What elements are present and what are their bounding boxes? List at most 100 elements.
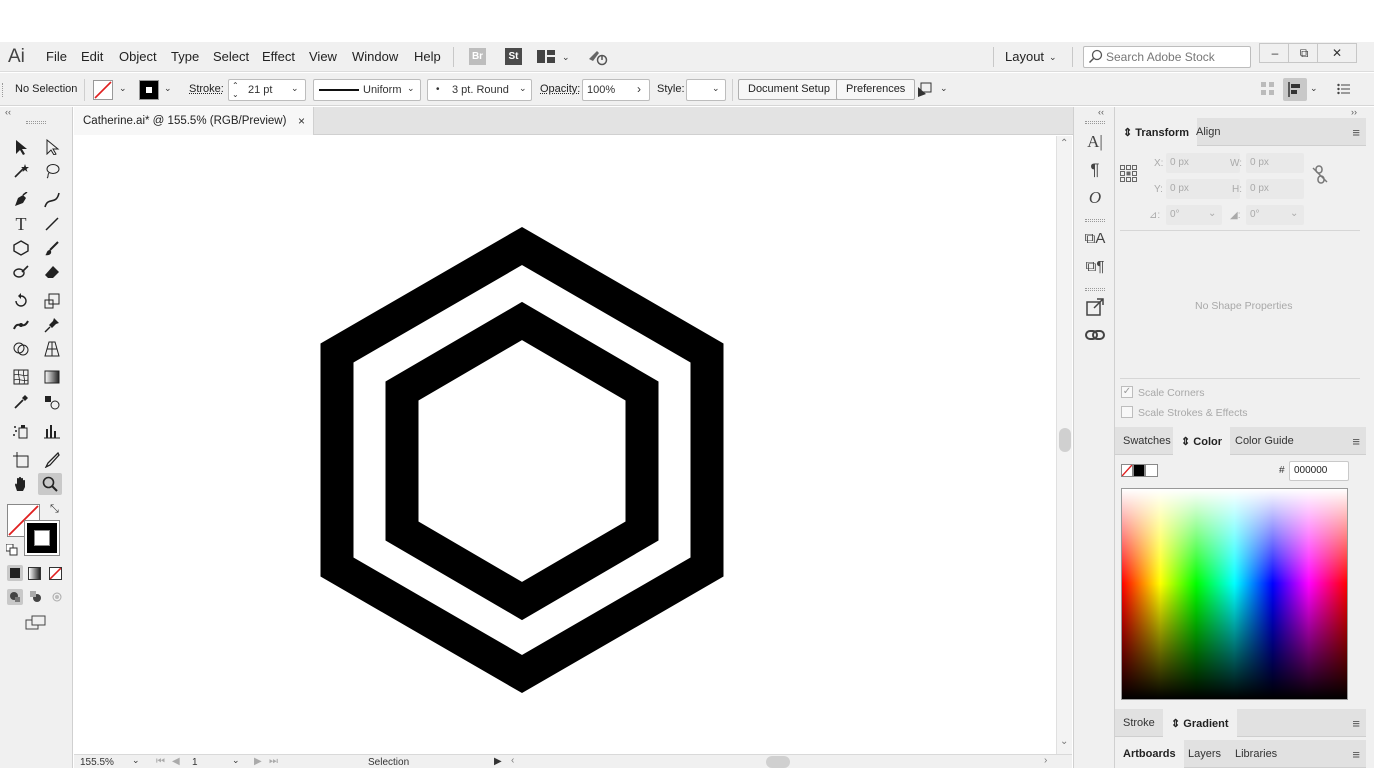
first-artboard-icon[interactable]: ⏮ bbox=[156, 756, 165, 767]
stroke-label[interactable]: Stroke: bbox=[189, 83, 224, 95]
opacity-value[interactable]: 100% bbox=[587, 84, 615, 96]
gpu-performance-icon[interactable] bbox=[587, 47, 609, 67]
chevron-down-icon[interactable]: ⌄ bbox=[1290, 208, 1298, 219]
menu-view[interactable]: View bbox=[309, 49, 337, 64]
slice-tool-icon[interactable] bbox=[40, 449, 64, 471]
chevron-down-icon[interactable]: ⌄ bbox=[1310, 83, 1318, 94]
paragraph-styles-icon[interactable]: ⧉¶ bbox=[1084, 256, 1106, 278]
chevron-down-icon[interactable]: ⌄ bbox=[119, 83, 127, 94]
align-icon[interactable] bbox=[1283, 78, 1307, 101]
chevron-right-icon[interactable]: › bbox=[637, 82, 641, 96]
type-tool-icon[interactable]: T bbox=[9, 213, 33, 235]
polygon-tool-icon[interactable] bbox=[9, 237, 33, 259]
constrain-proportions-icon[interactable] bbox=[1312, 165, 1328, 185]
stroke-weight-value[interactable]: 21 pt bbox=[248, 84, 272, 96]
horizontal-scroll-thumb[interactable] bbox=[766, 756, 790, 768]
graphic-style-picker[interactable]: ⌄ bbox=[686, 79, 726, 101]
opacity-label[interactable]: Opacity: bbox=[540, 83, 580, 95]
shaper-tool-icon[interactable] bbox=[9, 261, 33, 283]
none-mode-icon[interactable] bbox=[49, 567, 62, 580]
zoom-tool-icon[interactable] bbox=[38, 473, 62, 495]
menu-help[interactable]: Help bbox=[414, 49, 441, 64]
menu-select[interactable]: Select bbox=[213, 49, 249, 64]
chevron-down-icon[interactable]: ⌄ bbox=[132, 755, 140, 766]
gradient-tool-icon[interactable] bbox=[40, 366, 64, 388]
tab-color[interactable]: ⇕ Color bbox=[1173, 427, 1231, 455]
perspective-grid-tool-icon[interactable] bbox=[40, 338, 64, 360]
collapse-icon[interactable]: ‹‹ bbox=[1098, 107, 1104, 117]
vertical-scrollbar[interactable]: ⌃ ⌄ bbox=[1056, 136, 1072, 754]
shape-builder-tool-icon[interactable] bbox=[9, 338, 33, 360]
bridge-button[interactable]: Br bbox=[469, 48, 486, 65]
chevron-down-icon[interactable]: ⌄ bbox=[562, 52, 570, 63]
search-input[interactable] bbox=[1106, 50, 1246, 64]
menu-window[interactable]: Window bbox=[352, 49, 398, 64]
character-styles-icon[interactable]: ⧉A bbox=[1084, 228, 1106, 250]
gradient-mode-icon[interactable] bbox=[28, 567, 41, 580]
restore-button[interactable]: ⧉ bbox=[1288, 43, 1320, 63]
tab-color-guide[interactable]: Color Guide bbox=[1227, 427, 1302, 455]
chevron-down-icon[interactable]: ⌄ bbox=[519, 83, 527, 94]
stepper-icon[interactable]: ⌃ ⌄ bbox=[232, 81, 239, 99]
chevron-down-icon[interactable]: ⌄ bbox=[164, 83, 172, 94]
screen-mode-icon[interactable] bbox=[25, 615, 47, 631]
preferences-button[interactable]: Preferences bbox=[836, 79, 916, 100]
workspace-switcher[interactable]: Layout bbox=[1005, 49, 1044, 64]
stock-search-field[interactable] bbox=[1083, 46, 1251, 68]
character-icon[interactable]: A| bbox=[1084, 131, 1106, 153]
menu-object[interactable]: Object bbox=[119, 49, 157, 64]
draw-behind-icon[interactable] bbox=[28, 589, 44, 605]
panel-grip[interactable] bbox=[1085, 121, 1105, 124]
panel-menu-icon[interactable] bbox=[1337, 82, 1351, 96]
chevron-down-icon[interactable]: ⌄ bbox=[940, 83, 948, 94]
panel-menu-icon[interactable]: ≡ bbox=[1352, 747, 1360, 762]
color-mode-icon[interactable] bbox=[7, 565, 23, 581]
selection-tool-icon[interactable] bbox=[9, 136, 33, 158]
default-colors-icon[interactable] bbox=[5, 543, 18, 556]
chevron-down-icon[interactable]: ⌄ bbox=[1049, 52, 1057, 63]
minimize-button[interactable]: – bbox=[1259, 43, 1291, 63]
select-similar-icon[interactable] bbox=[916, 81, 934, 98]
h-field[interactable]: 0 px bbox=[1246, 179, 1304, 199]
blend-tool-icon[interactable] bbox=[40, 391, 64, 413]
eraser-tool-icon[interactable] bbox=[40, 261, 64, 283]
tab-layers[interactable]: Layers bbox=[1180, 740, 1229, 768]
next-artboard-icon[interactable]: ▶ bbox=[254, 756, 262, 767]
none-swatch[interactable] bbox=[1121, 464, 1133, 477]
direct-selection-tool-icon[interactable] bbox=[40, 136, 64, 158]
stroke-color-box[interactable] bbox=[24, 520, 60, 556]
scroll-left-icon[interactable]: ‹ bbox=[511, 755, 514, 766]
links-icon[interactable] bbox=[1084, 325, 1106, 347]
hand-tool-icon[interactable] bbox=[9, 473, 33, 495]
x-field[interactable]: 0 px bbox=[1166, 153, 1240, 173]
draw-inside-icon[interactable] bbox=[49, 589, 65, 605]
inner-hexagon[interactable] bbox=[385, 301, 659, 621]
stock-button[interactable]: St bbox=[505, 48, 522, 65]
scroll-right-icon[interactable]: › bbox=[1044, 755, 1047, 766]
panel-menu-icon[interactable]: ≡ bbox=[1352, 434, 1360, 449]
expand-icon[interactable]: ›› bbox=[1351, 107, 1357, 117]
scroll-down-icon[interactable]: ⌄ bbox=[1060, 736, 1068, 747]
artboard-tool-icon[interactable] bbox=[9, 449, 33, 471]
scroll-thumb[interactable] bbox=[1059, 428, 1071, 452]
y-field[interactable]: 0 px bbox=[1166, 179, 1240, 199]
column-graph-tool-icon[interactable] bbox=[40, 420, 64, 442]
scale-strokes-checkbox[interactable] bbox=[1121, 406, 1133, 418]
stroke-weight-field[interactable]: ⌃ ⌄ 21 pt ⌄ bbox=[228, 79, 306, 101]
tab-gradient[interactable]: ⇕ Gradient bbox=[1163, 709, 1237, 737]
white-swatch[interactable] bbox=[1145, 464, 1158, 477]
status-menu-icon[interactable]: ▶ bbox=[494, 756, 502, 767]
draw-normal-icon[interactable] bbox=[7, 589, 23, 605]
brush-definition[interactable]: • 3 pt. Round ⌄ bbox=[427, 79, 532, 101]
transform-grid-icon[interactable] bbox=[1261, 82, 1275, 96]
zoom-level[interactable]: 155.5% bbox=[80, 757, 114, 768]
arrange-documents-icon[interactable] bbox=[537, 50, 555, 63]
swap-colors-icon[interactable]: ⤡ bbox=[50, 503, 59, 516]
scale-corners-checkbox[interactable]: ✓ bbox=[1121, 386, 1133, 398]
line-segment-tool-icon[interactable] bbox=[40, 213, 64, 235]
opacity-field[interactable]: 100% › bbox=[582, 79, 650, 101]
lasso-tool-icon[interactable] bbox=[40, 160, 64, 182]
close-icon[interactable]: × bbox=[298, 114, 305, 128]
w-field[interactable]: 0 px bbox=[1246, 153, 1304, 173]
symbol-sprayer-tool-icon[interactable] bbox=[9, 420, 33, 442]
